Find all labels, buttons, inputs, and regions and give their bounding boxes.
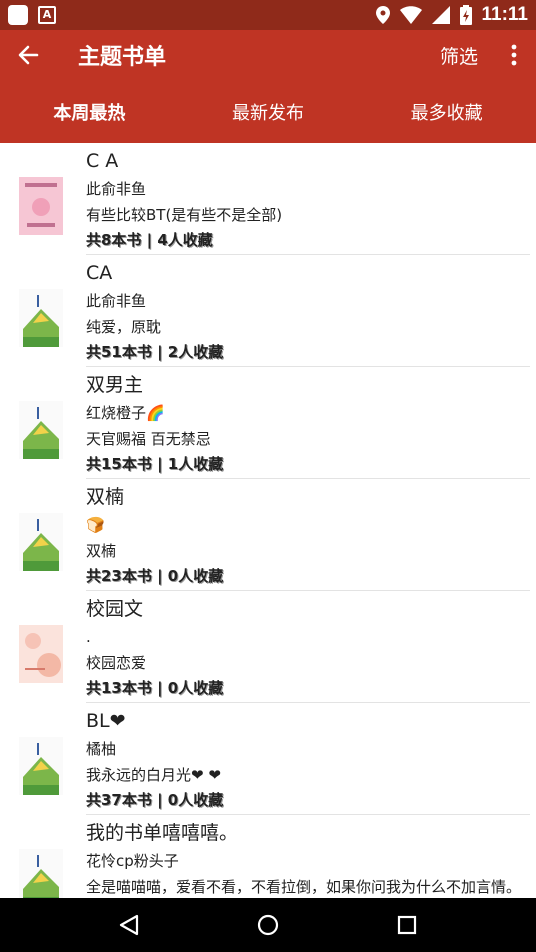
booklist-stats: 共13本书 | 0人收藏 xyxy=(86,679,224,697)
booklist-author: 红烧橙子🌈 xyxy=(86,404,165,422)
booklist-stats: 共15本书 | 1人收藏 xyxy=(86,455,224,473)
home-circle-icon xyxy=(257,914,279,936)
list-item[interactable]: CA 此俞非鱼 纯爱，原耽 共51本书 | 2人收藏 xyxy=(0,255,536,367)
booklist-author: . xyxy=(86,628,91,646)
tab-newest[interactable]: 最新发布 xyxy=(179,80,358,143)
tab-weekly-hot[interactable]: 本周最热 xyxy=(0,80,179,143)
booklist-author: 橘柚 xyxy=(86,740,117,758)
battery-icon xyxy=(459,5,472,25)
screen: { "status_bar": { "time": "11:11", "icon… xyxy=(0,0,536,952)
list-item[interactable]: 校园文 . 校园恋爱 共13本书 | 0人收藏 xyxy=(0,591,536,703)
booklist-stats: 共8本书 | 4人收藏 xyxy=(86,231,213,249)
list-item[interactable]: BL❤ 橘柚 我永远的白月光❤ ❤ 共37本书 | 0人收藏 xyxy=(0,703,536,815)
booklist-stats: 共37本书 | 0人收藏 xyxy=(86,791,224,809)
app-a-icon: A xyxy=(38,6,56,24)
app-icon xyxy=(8,5,28,25)
back-triangle-icon xyxy=(120,914,139,936)
cover-image xyxy=(19,625,63,683)
booklist-desc: 天官赐福 百无禁忌 xyxy=(86,430,211,448)
app-bar: 主题书单 筛选 xyxy=(0,30,536,80)
cover-image xyxy=(19,177,63,235)
booklist-author: 此俞非鱼 xyxy=(86,180,147,198)
list-item[interactable]: 双楠 🍞 双楠 共23本书 | 0人收藏 xyxy=(0,479,536,591)
booklist-title: CA xyxy=(86,262,113,284)
booklist-title: 我的书单嘻嘻嘻。 xyxy=(86,822,239,844)
nav-recents-button[interactable] xyxy=(382,900,432,950)
booklist-desc: 全是喵喵喵，爱看不看，不看拉倒，如果你问我为什么不加言情。 xyxy=(86,878,522,896)
booklist-stats: 共51本书 | 2人收藏 xyxy=(86,343,224,361)
tab-bar: 本周最热 最新发布 最多收藏 xyxy=(0,80,536,143)
clock: 11:11 xyxy=(481,4,529,25)
booklist-author: 花怜cp粉头子 xyxy=(86,852,179,870)
cover-image xyxy=(19,513,63,571)
cover-image xyxy=(19,401,63,459)
booklist-title: 双男主 xyxy=(86,374,144,396)
booklist-list: C A 此俞非鱼 有些比较BT(是有些不是全部) 共8本书 | 4人收藏 CA … xyxy=(0,143,536,898)
booklist-title: 双楠 xyxy=(86,486,125,508)
booklist-desc: 双楠 xyxy=(86,542,117,560)
booklist-title: C A xyxy=(86,150,119,172)
nav-home-button[interactable] xyxy=(243,900,293,950)
cover-image xyxy=(19,737,63,795)
more-options-button[interactable] xyxy=(492,30,536,80)
cover-image xyxy=(19,849,63,898)
signal-icon xyxy=(431,6,450,24)
recents-square-icon xyxy=(397,915,416,935)
booklist-title: 校园文 xyxy=(86,598,144,620)
list-item[interactable]: 我的书单嘻嘻嘻。 花怜cp粉头子 全是喵喵喵，爱看不看，不看拉倒，如果你问我为什… xyxy=(0,815,536,898)
booklist-desc: 有些比较BT(是有些不是全部) xyxy=(86,206,283,224)
list-item[interactable]: C A 此俞非鱼 有些比较BT(是有些不是全部) 共8本书 | 4人收藏 xyxy=(0,143,536,255)
booklist-author: 此俞非鱼 xyxy=(86,292,147,310)
booklist-author: 🍞 xyxy=(86,516,105,534)
location-icon xyxy=(375,6,390,24)
wifi-icon xyxy=(399,6,422,24)
status-bar: A 11:11 xyxy=(0,0,536,30)
booklist-desc: 我永远的白月光❤ ❤ xyxy=(86,766,221,784)
back-button[interactable] xyxy=(0,30,56,80)
tab-most-favorited[interactable]: 最多收藏 xyxy=(357,80,536,143)
booklist-stats: 共23本书 | 0人收藏 xyxy=(86,567,224,585)
cover-image xyxy=(19,289,63,347)
booklist-desc: 校园恋爱 xyxy=(86,654,147,672)
navigation-bar xyxy=(0,898,536,952)
nav-back-button[interactable] xyxy=(104,900,154,950)
filter-button[interactable]: 筛选 xyxy=(426,42,492,69)
page-title: 主题书单 xyxy=(78,45,167,70)
booklist-desc: 纯爱，原耽 xyxy=(86,318,162,336)
more-vert-icon xyxy=(511,44,517,66)
booklist-title: BL❤ xyxy=(86,710,126,732)
back-arrow-icon xyxy=(18,45,39,65)
list-item[interactable]: 双男主 红烧橙子🌈 天官赐福 百无禁忌 共15本书 | 1人收藏 xyxy=(0,367,536,479)
